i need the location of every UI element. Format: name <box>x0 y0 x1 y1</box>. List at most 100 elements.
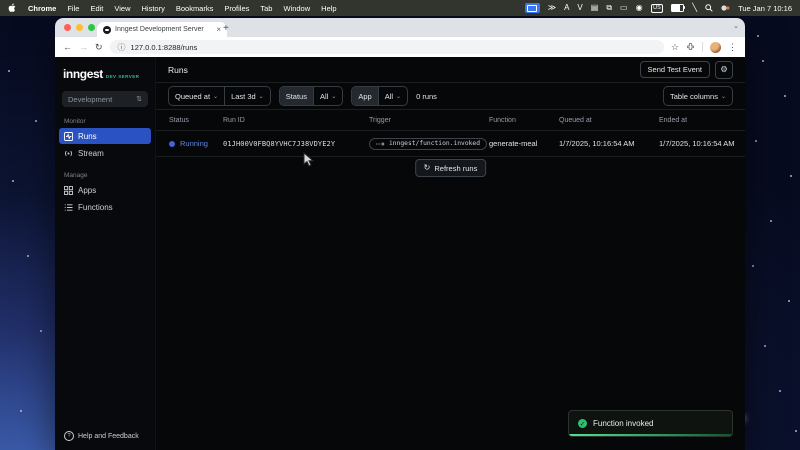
status-filter-label: Status <box>280 87 313 105</box>
time-filter-group: Queued at ⌄ Last 3d ⌄ <box>168 86 271 106</box>
address-bar[interactable]: ⓘ 127.0.0.1:8288/runs <box>110 40 664 54</box>
sidebar-item-apps[interactable]: Apps <box>59 182 151 198</box>
table-header: Status Run ID Trigger Function Queued at… <box>156 110 745 131</box>
slash-status-icon[interactable]: ╲ <box>692 4 697 12</box>
minimize-window-button[interactable] <box>76 24 83 31</box>
menu-window[interactable]: Window <box>283 4 310 13</box>
tab-strip-chevron-icon[interactable]: ⌄ <box>733 22 739 30</box>
letter-v-status-icon[interactable]: V <box>577 4 582 12</box>
col-trigger[interactable]: Trigger <box>369 117 489 124</box>
app-filter-dropdown[interactable]: All ⌄ <box>378 87 407 105</box>
app-filter-label: App <box>352 87 377 105</box>
app-label-text: App <box>358 92 371 101</box>
spotlight-search-icon[interactable] <box>705 4 713 12</box>
menu-bar-clock[interactable]: Tue Jan 7 10:16 <box>738 4 792 13</box>
status-label-text: Status <box>286 92 307 101</box>
menu-app-name[interactable]: Chrome <box>28 4 56 13</box>
back-button[interactable]: ← <box>63 43 72 52</box>
sidebar-functions-label: Functions <box>78 203 113 212</box>
chrome-menu-icon[interactable]: ⋮ <box>728 43 737 52</box>
forward-button[interactable]: → <box>79 43 88 52</box>
table-columns-button[interactable]: Table columns ⌄ <box>663 86 733 106</box>
running-status-dot <box>169 141 175 147</box>
refresh-runs-button[interactable]: ↻ Refresh runs <box>415 159 487 177</box>
refresh-icon: ↻ <box>424 164 431 172</box>
double-chevron-icon[interactable]: ≫ <box>548 4 556 12</box>
notebook-icon[interactable]: ▤ <box>591 4 599 12</box>
environment-selector[interactable]: Development ⇅ <box>62 91 148 107</box>
col-function[interactable]: Function <box>489 117 559 124</box>
sidebar-item-functions[interactable]: Functions <box>59 199 151 215</box>
col-status[interactable]: Status <box>169 117 223 124</box>
browser-toolbar: ← → ↻ ⓘ 127.0.0.1:8288/runs ☆ ⋮ <box>55 37 745 58</box>
chevron-down-icon: ⌄ <box>259 93 264 100</box>
stream-icon <box>64 149 73 158</box>
display-icon[interactable]: ▭ <box>620 4 628 12</box>
time-field-value: Queued at <box>175 92 210 101</box>
time-range-value: Last 3d <box>231 92 256 101</box>
keyboard-layout-badge[interactable]: US <box>651 4 664 13</box>
time-field-dropdown[interactable]: Queued at ⌄ <box>169 87 224 105</box>
menu-file[interactable]: File <box>67 4 79 13</box>
play-circle-icon[interactable]: ◉ <box>636 4 643 12</box>
clipboard-icon[interactable]: ⧉ <box>606 4 612 12</box>
sidebar-item-stream[interactable]: Stream <box>59 145 151 161</box>
run-id[interactable]: 01JH00V0FBQ8YVHC7J38VDYE2Y <box>223 140 369 148</box>
trigger-name: inngest/function.invoked <box>389 140 480 147</box>
col-ended-at[interactable]: Ended at <box>659 117 745 124</box>
chevron-down-icon: ⌄ <box>721 93 726 100</box>
toast-notification[interactable]: ✓ Function invoked <box>568 410 733 437</box>
site-info-icon[interactable]: ⓘ <box>118 42 126 53</box>
time-range-dropdown[interactable]: Last 3d ⌄ <box>224 87 270 105</box>
menu-tab[interactable]: Tab <box>260 4 272 13</box>
sidebar-item-runs[interactable]: Runs <box>59 128 151 144</box>
apps-icon <box>64 186 73 195</box>
menu-bookmarks[interactable]: Bookmarks <box>176 4 214 13</box>
settings-gear-button[interactable]: ⚙ <box>715 61 733 79</box>
function-name[interactable]: generate-meal <box>489 139 559 148</box>
table-row[interactable]: Running 01JH00V0FBQ8YVHC7J38VDYE2Y innge… <box>156 131 745 157</box>
control-center-icon[interactable] <box>721 4 730 12</box>
chevron-down-icon: ⌄ <box>331 93 336 100</box>
inngest-app: inngest DEV SERVER Development ⇅ Monitor… <box>55 57 745 450</box>
col-run-id[interactable]: Run ID <box>223 117 369 124</box>
close-window-button[interactable] <box>64 24 71 31</box>
success-check-icon: ✓ <box>578 419 587 428</box>
menu-profiles[interactable]: Profiles <box>224 4 249 13</box>
functions-icon <box>64 203 73 212</box>
sidebar-stream-label: Stream <box>78 149 104 158</box>
menu-help[interactable]: Help <box>321 4 336 13</box>
tab-close-icon[interactable]: × <box>216 25 221 34</box>
help-and-feedback[interactable]: ? Help and Feedback <box>64 431 139 441</box>
page-header: Runs Send Test Event ⚙ <box>156 57 745 83</box>
letter-a-status-icon[interactable]: A <box>564 4 569 12</box>
trigger-badge[interactable]: inngest/function.invoked <box>369 138 487 150</box>
table-columns-label: Table columns <box>670 92 718 101</box>
main-panel: Runs Send Test Event ⚙ Queued at ⌄ Last … <box>156 57 745 450</box>
updown-chevron-icon: ⇅ <box>136 95 142 103</box>
new-tab-button[interactable]: + <box>223 23 229 34</box>
send-test-event-button[interactable]: Send Test Event <box>640 61 710 78</box>
desktop: Chrome File Edit View History Bookmarks … <box>0 0 800 450</box>
extensions-icon[interactable] <box>686 42 695 53</box>
battery-icon[interactable] <box>671 4 684 12</box>
col-queued-at[interactable]: Queued at <box>559 117 659 124</box>
menu-edit[interactable]: Edit <box>90 4 103 13</box>
runs-icon <box>64 132 73 141</box>
reload-button[interactable]: ↻ <box>95 43 103 52</box>
filter-bar: Queued at ⌄ Last 3d ⌄ Status A <box>156 83 745 110</box>
screen-share-icon[interactable] <box>525 3 540 13</box>
browser-tab[interactable]: Inngest Development Server × <box>97 22 227 37</box>
status-filter-value: All <box>320 92 328 101</box>
profile-avatar[interactable] <box>710 42 721 53</box>
bookmark-star-icon[interactable]: ☆ <box>671 43 679 52</box>
dev-server-badge: DEV SERVER <box>106 74 140 79</box>
app-filter-group: App All ⌄ <box>351 86 408 106</box>
menu-view[interactable]: View <box>114 4 130 13</box>
sidebar-apps-label: Apps <box>78 186 96 195</box>
zoom-window-button[interactable] <box>88 24 95 31</box>
menu-history[interactable]: History <box>142 4 165 13</box>
apple-menu-icon[interactable] <box>8 3 17 13</box>
toast-progress-bar <box>569 434 732 436</box>
status-filter-dropdown[interactable]: All ⌄ <box>313 87 342 105</box>
